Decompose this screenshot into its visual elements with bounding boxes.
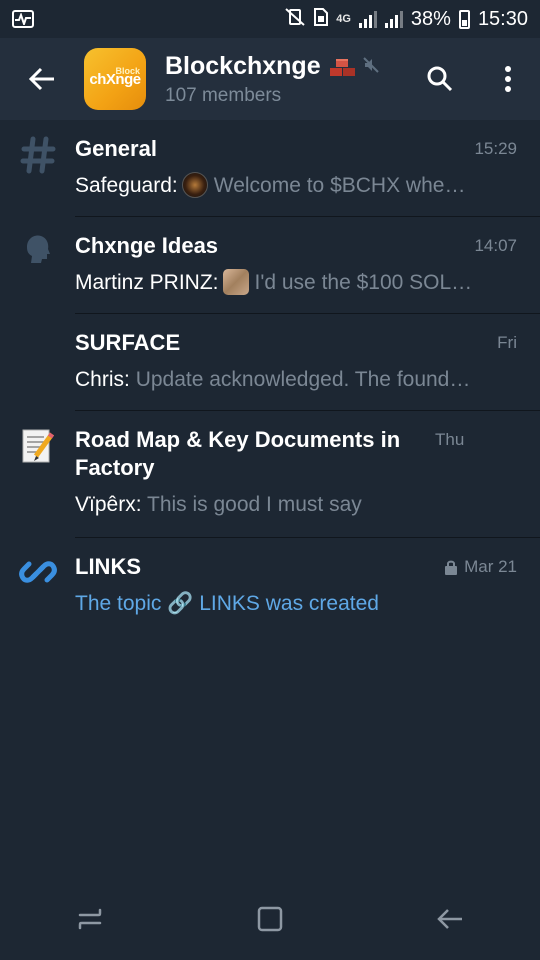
- topic-list: General 15:29 Safeguard: Welcome to $BCHX…: [0, 120, 540, 635]
- group-title: Blockchxnge: [165, 51, 321, 80]
- topic-preview: The topic 🔗 LINKS was created: [75, 592, 379, 615]
- topic-preview: Vïpêrx: This is good I must say: [75, 491, 511, 519]
- home-button[interactable]: [256, 905, 284, 938]
- chat-header: Block chXnge Blockchxnge 107 members: [0, 38, 540, 120]
- header-titles[interactable]: Blockchxnge 107 members: [165, 52, 404, 107]
- sim-icon: [314, 8, 329, 30]
- preview-text: Update acknowledged. The found…: [135, 368, 471, 391]
- more-options-button[interactable]: [476, 38, 540, 120]
- back-button[interactable]: [0, 38, 84, 120]
- preview-text: Welcome to $BCHX whe…: [213, 174, 466, 197]
- lock-icon: [445, 560, 458, 575]
- preview-sender: Martinz PRINZ:: [75, 271, 219, 294]
- search-button[interactable]: [404, 38, 476, 120]
- recent-apps-button[interactable]: [76, 906, 104, 937]
- preview-text: This is good I must say: [147, 493, 362, 516]
- topic-row-general[interactable]: General 15:29 Safeguard: Welcome to $BCHX…: [0, 120, 540, 217]
- topic-row-links[interactable]: LINKS Mar 21 The topic 🔗 LINKS was creat…: [0, 538, 540, 635]
- topic-name: LINKS: [75, 554, 141, 579]
- link-icon: [18, 561, 57, 583]
- preview-sender: Chris:: [75, 368, 130, 391]
- preview-text: I'd use the $100 SOL…: [254, 271, 473, 294]
- search-icon: [427, 66, 453, 92]
- topic-row-road-map[interactable]: Road Map & Key Documents in Factory Thu …: [0, 411, 540, 538]
- arrow-left-icon: [28, 67, 54, 91]
- avatar-tag: Block: [115, 66, 140, 76]
- topic-name: Road Map & Key Documents in Factory: [75, 427, 401, 480]
- clock: 15:30: [477, 7, 528, 30]
- sender-avatar-thumb: [181, 172, 208, 198]
- topic-name: General: [75, 136, 157, 161]
- group-avatar[interactable]: Block chXnge: [84, 48, 146, 110]
- topic-preview: Safeguard: Welcome to $BCHX whe…: [75, 172, 511, 200]
- topic-time: Thu: [435, 430, 465, 449]
- topic-name: SURFACE: [75, 330, 181, 355]
- topic-time: 15:29: [474, 139, 517, 158]
- signal-2-icon: [384, 10, 403, 28]
- memo-icon: [22, 429, 54, 463]
- topic-time: Mar 21: [464, 557, 517, 576]
- signal-1-icon: [358, 10, 377, 28]
- system-back-button[interactable]: [436, 907, 464, 936]
- preview-sender: Vïpêrx:: [75, 493, 142, 516]
- topic-preview: Martinz PRINZ: I'd use the $100 SOL…: [75, 269, 511, 297]
- back-arrow-icon: [437, 908, 462, 929]
- topic-time: 14:07: [474, 236, 517, 255]
- battery-percent: 38%: [410, 7, 451, 30]
- home-icon: [257, 906, 283, 931]
- member-count: 107 members: [165, 84, 282, 106]
- topic-name: Chxnge Ideas: [75, 233, 219, 258]
- topic-row-surface[interactable]: SURFACE Fri Chris: Update acknowledged. …: [0, 314, 540, 411]
- recents-icon: [78, 908, 102, 929]
- muted-icon: [362, 56, 379, 76]
- system-nav-bar: [0, 882, 540, 960]
- speaking-head-icon: [26, 235, 50, 263]
- photo-thumb: [222, 269, 249, 295]
- network-type-label: 4G: [336, 13, 351, 25]
- more-vertical-icon: [505, 66, 511, 92]
- vibrate-mute-icon: [284, 8, 306, 30]
- topic-preview: Chris: Update acknowledged. The found…: [75, 366, 511, 394]
- preview-sender: Safeguard:: [75, 174, 178, 197]
- battery-icon: [458, 9, 470, 29]
- topic-row-chxnge-ideas[interactable]: Chxnge Ideas 14:07 Martinz PRINZ: I'd use…: [0, 217, 540, 314]
- status-bar: 4G 38% 15:30: [0, 0, 540, 38]
- bricks-icon: [329, 56, 355, 76]
- topic-time: Fri: [497, 333, 517, 352]
- hash-icon: [20, 136, 55, 174]
- activity-icon: [12, 10, 34, 28]
